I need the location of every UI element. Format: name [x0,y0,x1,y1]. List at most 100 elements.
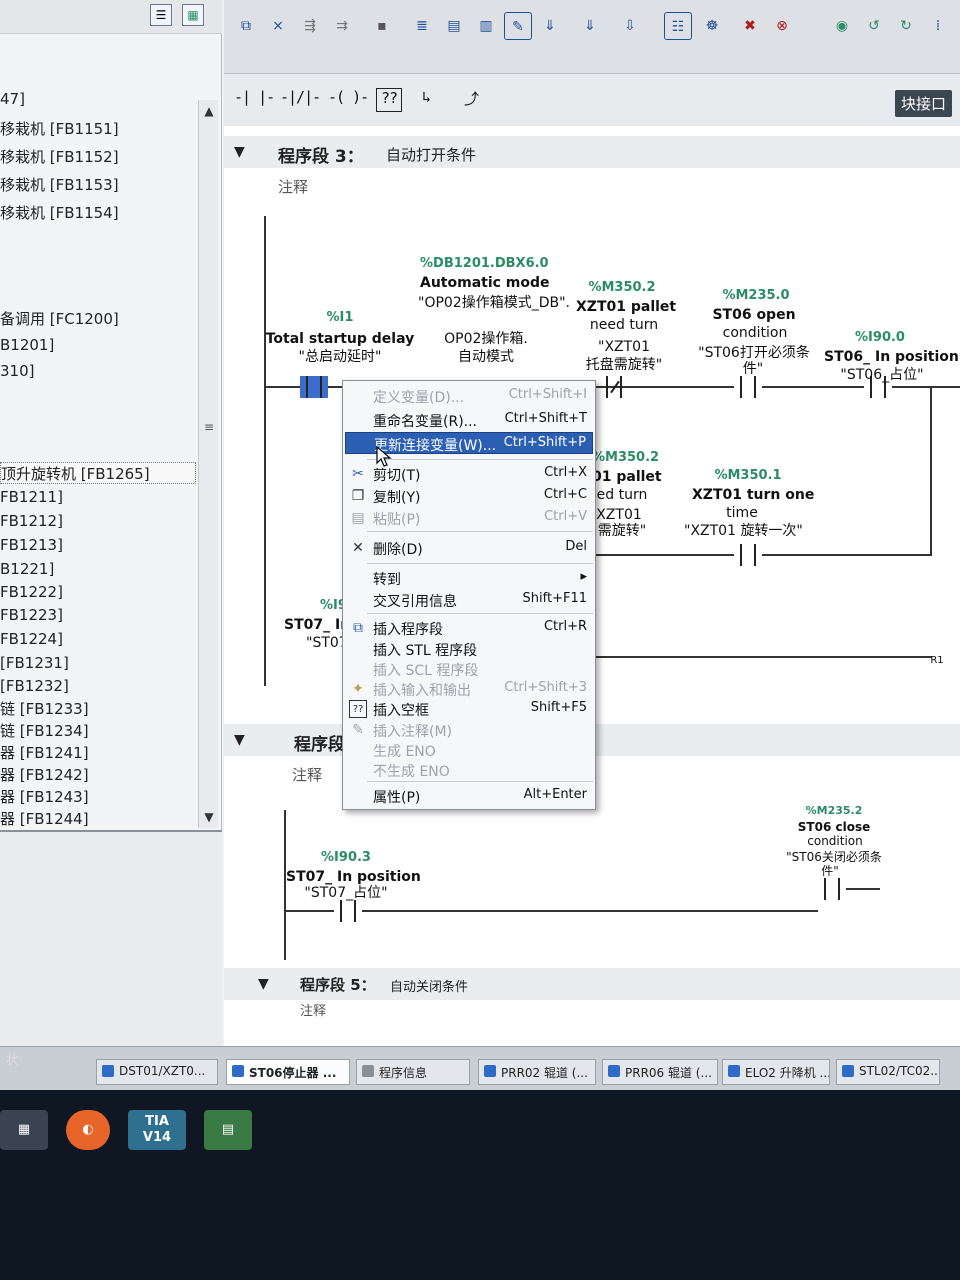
tree-item[interactable]: FB1222] [0,581,196,603]
go-icon[interactable]: ↻ [892,12,920,40]
block-interface-label[interactable]: 块接口 [894,90,952,117]
collapse-arrow-icon[interactable]: ▼ [234,144,245,160]
menu-goto[interactable]: 转到 ▸ [345,567,593,589]
network-3-header[interactable]: ▼ 程序段 3： 自动打开条件 [224,136,960,168]
step-icon[interactable]: ↺ [860,12,888,40]
network-3-name[interactable]: 自动打开条件 [386,144,476,165]
tree-item[interactable]: B1201] [0,334,196,356]
online-icon[interactable]: ⊗ [768,12,796,40]
tree-item[interactable]: 器 [FB1243] [0,786,196,808]
tree-settings-icon[interactable]: ▦ [182,4,204,26]
contact-xzt01-pallet-need-turn-nc[interactable] [600,376,628,398]
menu-copy[interactable]: ❐ 复制(Y) Ctrl+C [345,485,593,507]
comment-icon[interactable]: ✎ [504,12,532,40]
tree-view-icon[interactable]: ☰ [150,4,172,26]
network-expand-icon[interactable]: ⇶ [296,12,324,40]
tree-scrollbar[interactable]: ▲ ≡ ▼ [198,100,218,828]
menu-insert-comment[interactable]: ✎ 插入注释(M) [345,719,593,741]
menu-insert-empty-box[interactable]: ?? 插入空框 Shift+F5 [345,698,593,720]
contact-st06-open-condition[interactable] [734,376,762,398]
network-4-comment[interactable]: 注释 [292,764,322,785]
coil-icon[interactable]: -( )- [328,88,369,112]
menu-insert-stl-network[interactable]: 插入 STL 程序段 [345,638,593,660]
tab-program-info[interactable]: 程序信息 [356,1059,470,1085]
taskbar-app-icon[interactable]: ▦ [0,1110,48,1150]
scroll-grip-icon[interactable]: ≡ [202,420,216,434]
tab-prr06[interactable]: PRR06 辊道 (... [602,1059,718,1085]
list-icon[interactable]: ≣ [408,12,436,40]
tree-item[interactable]: FB1211] [0,486,196,508]
compile-icon[interactable]: ⇩ [616,12,644,40]
contact-st07-in-position[interactable] [334,900,362,922]
variables-icon[interactable]: ☷ [664,12,692,40]
tab-prr02[interactable]: PRR02 辊道 (... [478,1059,596,1085]
menu-delete[interactable]: ✕ 删除(D) Del [345,537,593,559]
tab-stl02[interactable]: STL02/TC02... [836,1059,940,1085]
tree-item[interactable]: 310] [0,360,196,382]
tree-item[interactable]: 器 [FB1241] [0,742,196,764]
menu-rename-variable[interactable]: 重命名变量(R)... Ctrl+Shift+T [345,409,593,431]
tree-item[interactable]: 链 [FB1233] [0,698,196,720]
empty-box-icon[interactable]: ?? [376,88,402,112]
tree-item[interactable]: 顶升旋转机 [FB1265] [0,462,196,484]
network-5-name[interactable]: 自动关闭条件 [390,976,468,995]
scroll-down-icon[interactable]: ▼ [199,806,219,828]
glasses-icon[interactable]: ◉ [828,12,856,40]
network-delete-icon[interactable]: ⨯ [264,12,292,40]
tree-item[interactable]: 移栽机 [FB1154] [0,202,196,224]
tree-item[interactable]: FB1223] [0,604,196,626]
scroll-up-icon[interactable]: ▲ [199,100,219,122]
contact-xzt01-turn-one-time[interactable] [734,544,762,566]
tree-item[interactable]: [FB1231] [0,652,196,674]
network-5-header[interactable]: ▼ 程序段 5： 自动关闭条件 [224,968,960,1000]
contact-total-startup-delay[interactable] [300,376,328,398]
tree-item[interactable]: 移栽机 [FB1153] [0,174,196,196]
tab-elo2[interactable]: ELO2 升降机 ... [722,1059,830,1085]
menu-properties[interactable]: 属性(P) Alt+Enter [345,785,593,807]
no-contact-icon[interactable]: -| |- [234,88,275,112]
bookmark-icon[interactable]: ▪ [368,12,396,40]
nc-contact-icon[interactable]: -|/|- [280,88,321,112]
network-insert-icon[interactable]: ⧉ [232,12,260,40]
close-branch-icon[interactable]: ⤴ [464,88,479,112]
upload-icon[interactable]: ⇓ [576,12,604,40]
tree-item[interactable]: 链 [FB1234] [0,720,196,742]
compare-icon[interactable]: ▥ [472,12,500,40]
menu-insert-network[interactable]: ⧉ 插入程序段 Ctrl+R [345,617,593,639]
tree-item[interactable]: 移栽机 [FB1151] [0,118,196,140]
menu-define-variable[interactable]: 定义变量(D)... Ctrl+Shift+I [345,385,593,407]
open-branch-icon[interactable]: ↳ [422,88,431,112]
tree-item[interactable]: 移栽机 [FB1152] [0,146,196,168]
collapse-arrow-icon[interactable]: ▼ [234,732,245,748]
tree-item[interactable]: FB1212] [0,510,196,532]
taskbar-tia-icon[interactable]: TIA V14 [128,1110,186,1150]
menu-insert-io[interactable]: ✦ 插入输入和输出 Ctrl+Shift+3 [345,678,593,700]
tree-item[interactable]: B1221] [0,558,196,580]
tree-item[interactable]: 器 [FB1244] [0,808,196,830]
tree-item[interactable]: [FB1232] [0,675,196,697]
download-icon[interactable]: ⇓ [536,12,564,40]
menu-no-eno[interactable]: 不生成 ENO [345,759,593,781]
menu-generate-eno[interactable]: 生成 ENO [345,739,593,761]
network-5-comment[interactable]: 注释 [300,1000,326,1019]
tab-st06[interactable]: ST06停止器 ... [226,1059,350,1085]
menu-insert-scl-network[interactable]: 插入 SCL 程序段 [345,658,593,680]
monitor-icon[interactable]: ☸ [698,12,726,40]
tree-item[interactable]: FB1224] [0,628,196,650]
status-icon[interactable]: ⁞ [924,12,952,40]
tree-item[interactable]: FB1213] [0,534,196,556]
tab-dst01[interactable]: DST01/XZT0... [96,1059,218,1085]
table-icon[interactable]: ▤ [440,12,468,40]
collapse-arrow-icon[interactable]: ▼ [258,976,269,992]
tree-item[interactable]: 47] [0,88,196,110]
tree-item[interactable]: 备调用 [FC1200] [0,308,196,330]
breakpoint-icon[interactable]: ✖ [736,12,764,40]
tree-item[interactable]: 器 [FB1242] [0,764,196,786]
menu-paste[interactable]: ▤ 粘贴(P) Ctrl+V [345,507,593,529]
taskbar-browser-icon[interactable]: ◐ [66,1110,110,1150]
network-3-comment[interactable]: 注释 [278,176,308,197]
taskbar-explorer-icon[interactable]: ▤ [204,1110,252,1150]
menu-cross-reference[interactable]: 交叉引用信息 Shift+F11 [345,589,593,611]
network-collapse-icon[interactable]: ⇉ [328,12,356,40]
contact-st06-close-condition[interactable] [818,878,846,900]
